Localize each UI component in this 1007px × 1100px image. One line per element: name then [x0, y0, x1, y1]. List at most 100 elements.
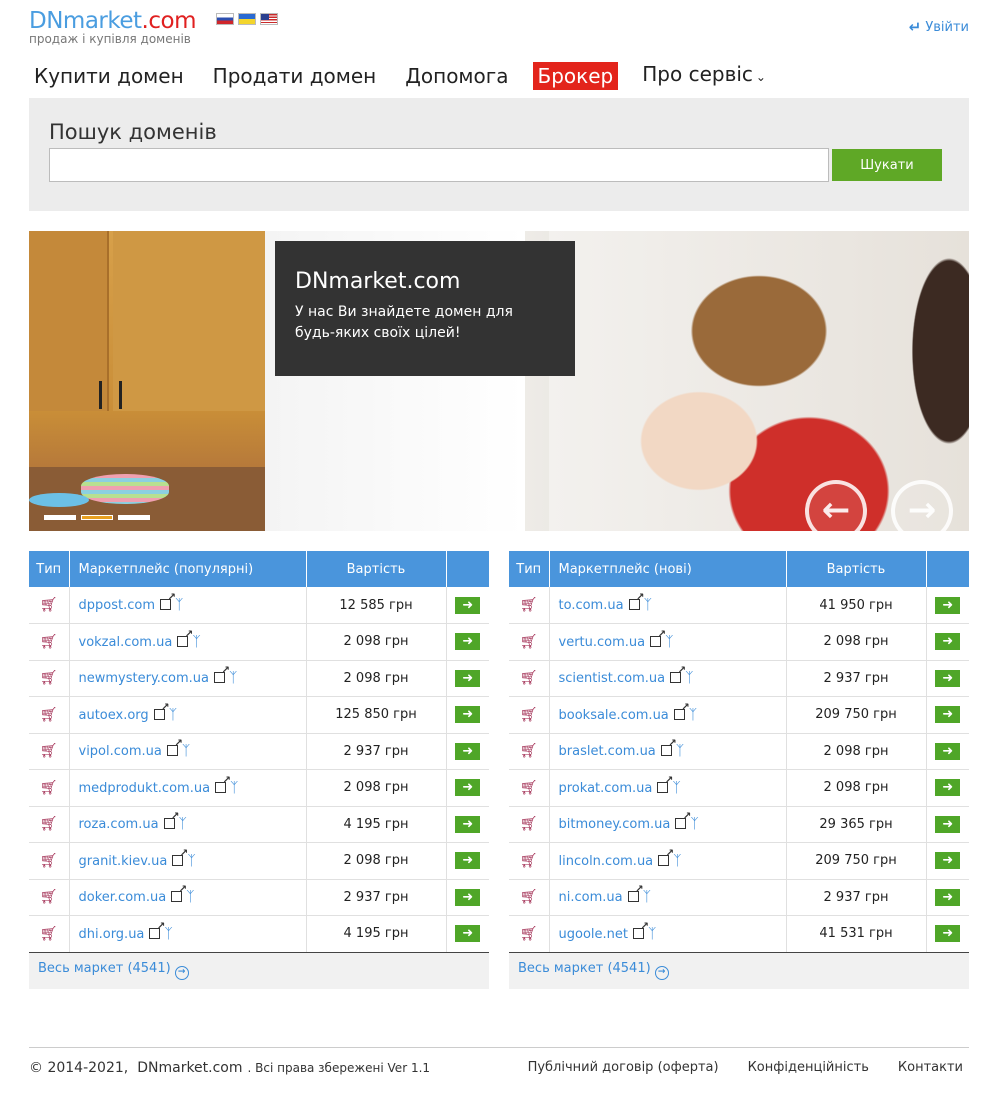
domain-link[interactable]: scientist.com.ua: [559, 671, 666, 686]
arrow-right-icon[interactable]: ➜: [935, 852, 961, 870]
type-cell: 🛒︎: [509, 915, 550, 953]
arrow-right-icon[interactable]: ➜: [455, 669, 481, 687]
nav-sell-domain[interactable]: Продати домен: [208, 62, 382, 90]
external-link-icon[interactable]: [673, 702, 690, 720]
domain-link[interactable]: medprodukt.com.ua: [79, 781, 211, 796]
external-link-icon[interactable]: [171, 884, 187, 903]
popular-footer: Весь маркет (4541) →: [29, 952, 489, 989]
footer-brand-link[interactable]: DNmarket.com: [137, 1060, 242, 1076]
nav-buy-domain[interactable]: Купити домен: [29, 62, 189, 90]
slider-dot[interactable]: [44, 515, 76, 520]
arrow-right-icon[interactable]: ➜: [455, 925, 481, 943]
footer-link-offer[interactable]: Публічний договір (оферта): [528, 1060, 719, 1075]
domain-link[interactable]: vertu.com.ua: [559, 635, 646, 650]
domain-link[interactable]: ni.com.ua: [559, 890, 623, 905]
footer-link-contacts[interactable]: Контакти: [898, 1060, 963, 1075]
arrow-right-icon[interactable]: ➜: [935, 596, 961, 614]
external-link-icon[interactable]: [660, 738, 677, 757]
login-link[interactable]: ↵ Увійти: [909, 18, 969, 36]
arrow-right-icon[interactable]: ➜: [935, 779, 961, 797]
nav-help[interactable]: Допомога: [400, 62, 513, 90]
domain-link[interactable]: lincoln.com.ua: [559, 854, 654, 869]
domain-link[interactable]: dhi.org.ua: [79, 927, 145, 942]
arrow-right-icon[interactable]: ➜: [455, 779, 481, 797]
external-link-icon[interactable]: [650, 629, 666, 647]
site-logo[interactable]: DNmarket.com продаж і купівля доменів: [29, 8, 196, 46]
domain-link[interactable]: granit.kiev.ua: [79, 854, 168, 869]
price-cell: 2 098 грн: [786, 733, 927, 770]
flag-ru-icon[interactable]: [216, 13, 234, 25]
arrow-right-icon[interactable]: ➜: [455, 852, 481, 870]
external-link-icon[interactable]: [675, 811, 691, 830]
external-link-icon[interactable]: [172, 848, 188, 866]
accessibility-icon: ᛉ: [229, 670, 238, 687]
price-cell: 2 098 грн: [306, 842, 447, 880]
arrow-right-icon[interactable]: ➜: [455, 633, 481, 651]
domain-link[interactable]: autoex.org: [79, 708, 149, 723]
arrow-right-icon[interactable]: ➜: [935, 742, 961, 760]
domain-link[interactable]: braslet.com.ua: [559, 744, 656, 759]
external-link-icon[interactable]: [670, 665, 686, 684]
domain-link[interactable]: ugoole.net: [559, 927, 628, 942]
external-link-icon[interactable]: [163, 811, 180, 830]
external-link-icon[interactable]: [628, 592, 645, 610]
domain-link[interactable]: roza.com.ua: [79, 817, 159, 832]
flag-ua-icon[interactable]: [238, 13, 256, 25]
type-cell: 🛒︎: [29, 733, 70, 770]
domain-link[interactable]: newmystery.com.ua: [79, 671, 210, 686]
arrow-right-icon[interactable]: ➜: [935, 706, 961, 724]
domain-cell: ugoole.net ᛉ: [549, 915, 787, 953]
external-link-icon[interactable]: [657, 775, 673, 793]
external-link-icon[interactable]: [215, 775, 231, 793]
external-link-icon[interactable]: [153, 702, 170, 720]
domain-link[interactable]: vokzal.com.ua: [79, 635, 173, 650]
arrow-right-icon[interactable]: ➜: [935, 669, 961, 687]
arrow-right-icon[interactable]: ➜: [455, 742, 481, 760]
arrow-right-icon[interactable]: ➜: [935, 888, 961, 906]
domain-cell: bitmoney.com.ua ᛉ: [549, 806, 787, 843]
external-link-icon[interactable]: [177, 629, 193, 647]
external-link-icon[interactable]: [632, 921, 649, 939]
table-row: 🛒︎ scientist.com.ua ᛉ 2 937 грн ➜: [509, 660, 969, 697]
new-all-market-link[interactable]: Весь маркет (4541) →: [518, 961, 669, 980]
price-cell: 2 098 грн: [306, 623, 447, 661]
external-link-icon[interactable]: [159, 592, 176, 610]
external-link-icon[interactable]: [658, 848, 674, 866]
arrow-right-icon[interactable]: ➜: [935, 925, 961, 943]
table-row: 🛒︎ dhi.org.ua ᛉ 4 195 грн ➜: [29, 915, 489, 953]
slider-dot[interactable]: [118, 515, 150, 520]
domain-link[interactable]: prokat.com.ua: [559, 781, 653, 796]
domain-link[interactable]: dppost.com: [79, 598, 155, 613]
domain-link[interactable]: vipol.com.ua: [79, 744, 162, 759]
more-label: Весь маркет (4541): [518, 961, 651, 976]
nav-broker[interactable]: Брокер: [532, 61, 619, 90]
domain-link[interactable]: doker.com.ua: [79, 890, 167, 905]
external-link-icon[interactable]: [627, 884, 644, 903]
arrow-right-icon[interactable]: ➜: [455, 888, 481, 906]
arrow-right-icon[interactable]: ➜: [935, 633, 961, 651]
table-row: 🛒︎ newmystery.com.ua ᛉ 2 098 грн ➜: [29, 660, 489, 697]
accessibility-icon: ᛉ: [192, 633, 201, 650]
arrow-right-icon[interactable]: ➜: [455, 815, 481, 833]
search-input[interactable]: [49, 148, 829, 182]
external-link-icon[interactable]: [214, 665, 230, 684]
domain-link[interactable]: to.com.ua: [559, 598, 624, 613]
arrow-right-icon[interactable]: ➜: [935, 815, 961, 833]
flag-us-icon[interactable]: [260, 13, 278, 25]
footer-link-privacy[interactable]: Конфіденційність: [748, 1060, 869, 1075]
popular-all-market-link[interactable]: Весь маркет (4541) →: [38, 961, 189, 980]
arrow-right-icon[interactable]: ➜: [455, 706, 481, 724]
cart-icon: 🛒︎: [519, 743, 538, 760]
search-button[interactable]: Шукати: [832, 149, 942, 181]
col-action: [926, 551, 969, 587]
domain-link[interactable]: booksale.com.ua: [559, 708, 669, 723]
nav-about[interactable]: Про сервіс ⌄: [637, 60, 771, 91]
arrow-right-icon[interactable]: ➜: [455, 596, 481, 614]
external-link-icon[interactable]: [149, 921, 165, 939]
action-cell: ➜: [926, 623, 969, 661]
domain-link[interactable]: bitmoney.com.ua: [559, 817, 671, 832]
price-cell: 4 195 грн: [306, 915, 447, 953]
slider-dot-active[interactable]: [81, 515, 113, 520]
external-link-icon[interactable]: [166, 738, 183, 757]
chevron-down-icon: ⌄: [755, 70, 766, 84]
